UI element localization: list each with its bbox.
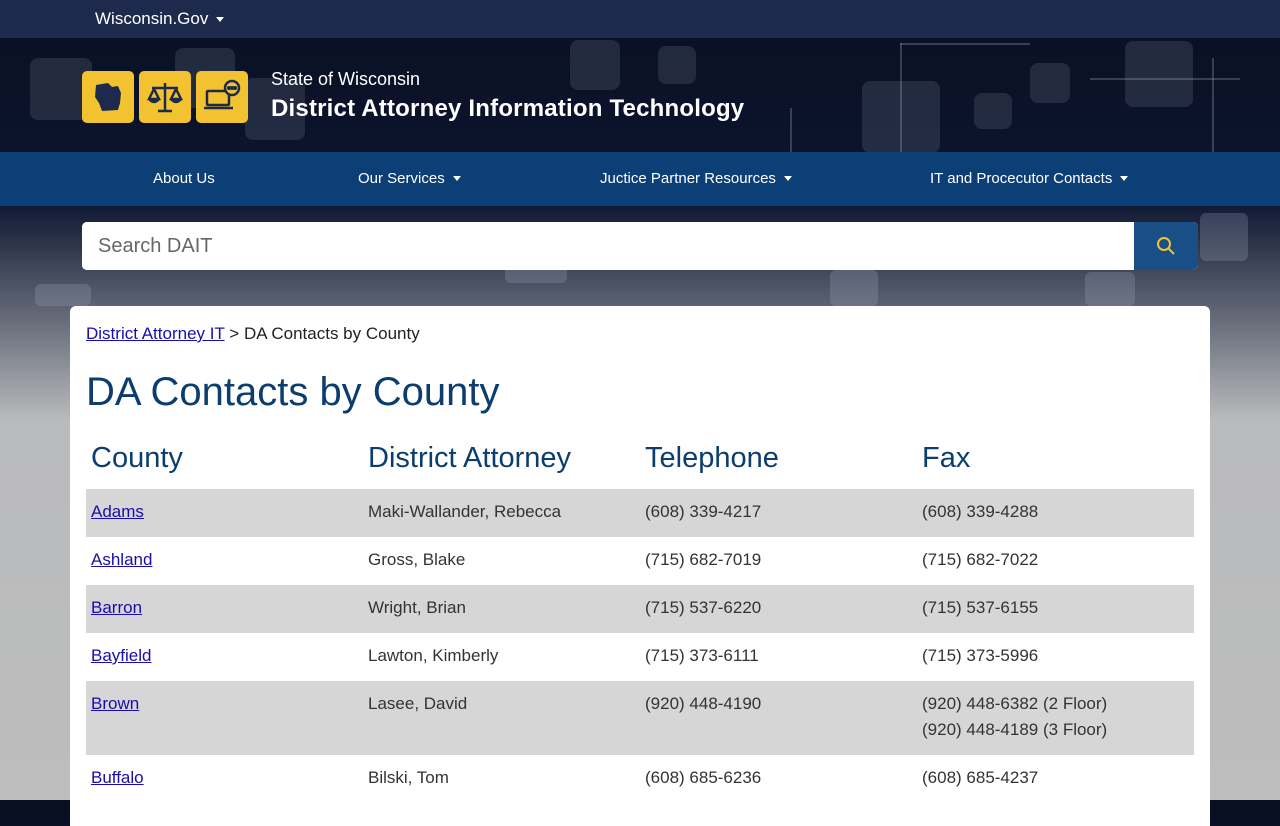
site-banner: State of Wisconsin District Attorney Inf… [0,38,1280,152]
nav-about-us-label: About Us [153,170,215,187]
county-link[interactable]: Adams [91,502,144,521]
circuit-line [900,43,902,152]
search-icon [1157,237,1175,255]
nav-justice-partner-resources[interactable]: Juctice Partner Resources [600,170,792,187]
background-tile [658,46,696,84]
circuit-line [1090,78,1240,80]
nav-it-prosecutor-contacts[interactable]: IT and Procecutor Contacts [930,170,1129,187]
telephone-cell: (920) 448-4190 [640,681,917,755]
fax-number: (608) 339-4288 [922,502,1039,521]
table-row: Adams Maki-Wallander, Rebecca (608) 339-… [86,489,1194,537]
telephone-cell: (715) 682-7019 [645,550,762,569]
background-tile [1030,63,1070,103]
fax-cell: (920) 448-6382 (2 Floor) (920) 448-4189 … [917,681,1194,755]
district-attorney-cell: Wright, Brian [363,585,640,633]
telephone-cell: (608) 685-6236 [645,768,762,787]
county-cell: Adams [86,489,363,537]
fax-number: (715) 537-6155 [922,598,1039,617]
fax-number: (715) 373-5996 [922,646,1039,665]
breadcrumb-current: DA Contacts by County [243,324,420,343]
nav-justice-partner-resources-label: Juctice Partner Resources [600,170,776,187]
district-attorney-cell: Lawton, Kimberly [368,646,499,665]
county-link[interactable]: Ashland [91,550,152,569]
page-title: DA Contacts by County [86,370,500,414]
site-title[interactable]: District Attorney Information Technology [271,95,744,123]
fax-number: (920) 448-4189 (3 Floor) [922,720,1108,739]
chevron-down-icon [1120,176,1129,181]
site-subtitle: State of Wisconsin [271,69,421,89]
background-tile [1125,41,1193,107]
district-attorney-cell: Gross, Blake [368,550,466,569]
nav-about-us[interactable]: About Us [153,170,215,187]
county-link[interactable]: Buffalo [91,768,144,787]
fax-cell: (715) 682-7022 [917,537,1194,585]
column-header-county: County [91,442,183,474]
county-link[interactable]: Brown [91,694,139,713]
background-tile [830,270,878,306]
chevron-down-icon [783,176,792,181]
background-tile [35,284,91,306]
search-bar [82,222,1198,270]
table-header-row: County District Attorney Telephone Fax [86,432,1194,489]
wisconsin-gov-dropdown[interactable]: Wisconsin.Gov [95,9,225,29]
county-link[interactable]: Barron [91,598,142,617]
column-header-telephone: Telephone [645,442,779,474]
nav-our-services[interactable]: Our Services [358,170,461,187]
main-nav: About Us Our Services Juctice Partner Re… [0,152,1280,206]
column-header-fax: Fax [922,442,971,474]
column-header-district-attorney: District Attorney [368,442,572,474]
fax-cell: (608) 339-4288 [917,489,1194,537]
laptop-chat-icon [196,71,248,123]
da-contacts-table: County District Attorney Telephone Fax A… [86,432,1194,803]
telephone-cell: (715) 373-6111 [645,646,759,665]
wisconsin-gov-label: Wisconsin.Gov [95,9,209,28]
search-input[interactable] [82,222,1166,270]
background-tile [570,40,620,90]
wisconsin-map-icon [82,71,134,123]
breadcrumb-link-home[interactable]: District Attorney IT [86,324,225,343]
district-attorney-cell: Lasee, David [363,681,640,755]
logo-icons [82,71,248,123]
search-button[interactable] [1134,222,1198,270]
fax-number: (715) 682-7022 [922,550,1039,569]
table-row: Barron Wright, Brian (715) 537-6220 (715… [86,585,1194,633]
background-tile [1085,272,1135,306]
breadcrumb-separator: > [229,324,240,343]
breadcrumb: District Attorney IT > DA Contacts by Co… [86,324,420,344]
fax-cell: (715) 373-5996 [917,633,1194,681]
county-cell: Brown [86,681,363,755]
top-bar: Wisconsin.Gov [0,0,1280,38]
fax-number: (608) 685-4237 [922,768,1039,787]
fax-cell: (608) 685-4237 [917,755,1194,803]
circuit-line [900,43,1030,45]
circuit-line [1212,58,1214,152]
district-attorney-cell: Bilski, Tom [368,768,449,787]
table-row: Brown Lasee, David (920) 448-4190 (920) … [86,681,1194,755]
county-cell: Barron [86,585,363,633]
county-cell: Buffalo [86,755,363,803]
background-tile [974,93,1012,129]
circuit-line [790,108,792,152]
table-row: Bayfield Lawton, Kimberly (715) 373-6111… [86,633,1194,681]
background-tile [1200,213,1248,261]
county-cell: Bayfield [86,633,363,681]
fax-number: (920) 448-6382 (2 Floor) [922,694,1108,713]
district-attorney-cell: Maki-Wallander, Rebecca [363,489,640,537]
telephone-cell: (608) 339-4217 [640,489,917,537]
county-cell: Ashland [86,537,363,585]
table-row: Buffalo Bilski, Tom (608) 685-6236 (608)… [86,755,1194,803]
scales-of-justice-icon [139,71,191,123]
chevron-down-icon [216,16,225,22]
content-card: District Attorney IT > DA Contacts by Co… [70,306,1210,826]
table-row: Ashland Gross, Blake (715) 682-7019 (715… [86,537,1194,585]
chevron-down-icon [452,176,461,181]
county-link[interactable]: Bayfield [91,646,151,665]
fax-cell: (715) 537-6155 [917,585,1194,633]
telephone-cell: (715) 537-6220 [640,585,917,633]
nav-it-prosecutor-contacts-label: IT and Procecutor Contacts [930,170,1113,187]
nav-our-services-label: Our Services [358,170,445,187]
